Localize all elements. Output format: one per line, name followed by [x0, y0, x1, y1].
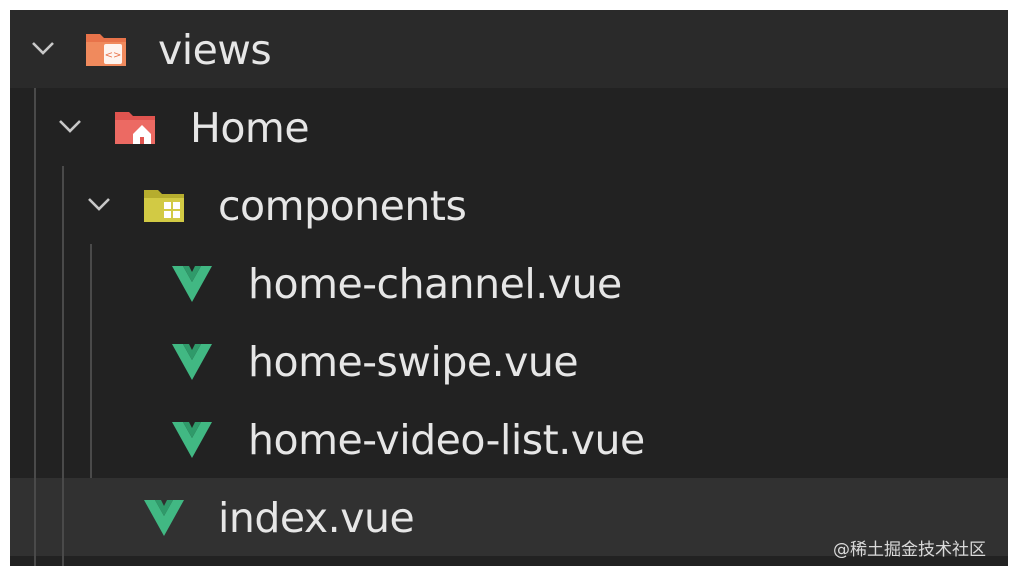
tree-item-label: home-channel.vue: [248, 260, 622, 308]
svg-text:<>: <>: [105, 50, 122, 61]
chevron-down-icon[interactable]: [57, 113, 83, 139]
tree-item-home-channel-vue[interactable]: home-channel.vue: [10, 244, 1008, 322]
tree-item-label: index.vue: [218, 494, 415, 542]
tree-item-home-swipe-vue[interactable]: home-swipe.vue: [10, 322, 1008, 400]
tree-item-label: Home: [190, 104, 310, 152]
tree-item-views[interactable]: <> views: [10, 10, 1008, 88]
tree-item-components[interactable]: components: [10, 166, 1008, 244]
vue-file-icon: [172, 266, 212, 302]
views-folder-icon: <>: [86, 34, 126, 66]
tree-item-label: views: [158, 26, 272, 74]
components-folder-icon: [144, 190, 184, 222]
vue-file-icon: [144, 500, 184, 536]
file-explorer-tree: <> views Home components home-channel.vu…: [10, 10, 1008, 566]
indent-guide: [62, 166, 64, 566]
tree-item-home[interactable]: Home: [10, 88, 1008, 166]
tree-item-label: components: [218, 182, 467, 230]
chevron-down-icon[interactable]: [30, 35, 56, 61]
chevron-down-icon[interactable]: [86, 191, 112, 217]
vue-file-icon: [172, 344, 212, 380]
tree-item-label: home-video-list.vue: [248, 416, 645, 464]
tree-item-label: home-swipe.vue: [248, 338, 579, 386]
watermark: @稀土掘金技术社区: [833, 540, 986, 560]
indent-guide: [34, 88, 36, 566]
indent-guide: [90, 244, 92, 478]
tree-item-home-video-list-vue[interactable]: home-video-list.vue: [10, 400, 1008, 478]
home-folder-icon: [115, 112, 155, 144]
vue-file-icon: [172, 422, 212, 458]
